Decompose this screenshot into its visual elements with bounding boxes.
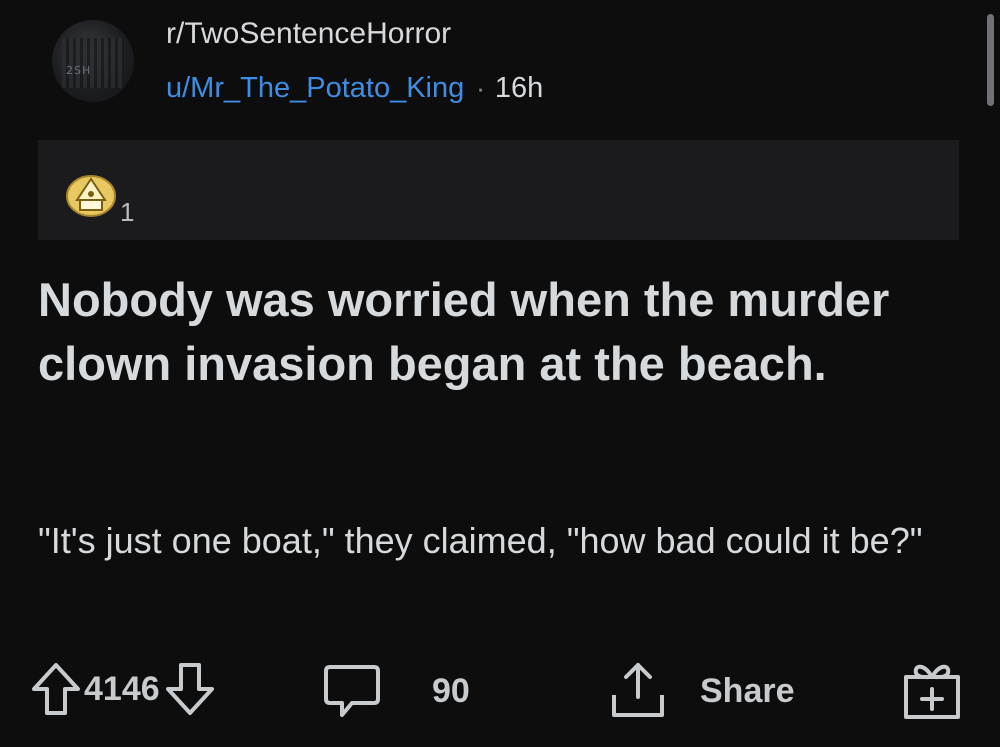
arrow-up-icon[interactable]: [30, 661, 82, 717]
post-body: "It's just one boat," they claimed, "how…: [38, 520, 923, 561]
meta-separator: ·: [476, 73, 485, 103]
share-label: Share: [700, 671, 795, 710]
vote-group: 4146: [30, 661, 216, 717]
share-button[interactable]: Share: [606, 661, 795, 721]
award-icon: [64, 170, 118, 225]
action-bar: 4146 90 Share: [0, 655, 1000, 725]
avatar-artwork: [62, 38, 124, 88]
arrow-down-icon[interactable]: [164, 661, 216, 717]
gift-award-icon: [902, 659, 962, 721]
scrollbar[interactable]: [987, 14, 994, 106]
post-age: 16h: [494, 72, 544, 104]
post-meta: u/Mr_The_Potato_King · 16h: [166, 72, 543, 105]
comment-count: 90: [432, 671, 470, 710]
comment-bubble-icon: [322, 663, 382, 719]
subreddit-name[interactable]: r/TwoSentenceHorror: [166, 17, 451, 51]
subreddit-avatar[interactable]: 2SH: [52, 20, 134, 102]
share-icon: [606, 661, 670, 721]
comments-button[interactable]: 90: [322, 663, 470, 719]
award-button[interactable]: [902, 659, 962, 721]
award[interactable]: 1: [64, 170, 134, 225]
award-count: 1: [120, 197, 135, 227]
post-card: 2SH r/TwoSentenceHorror u/Mr_The_Potato_…: [0, 0, 1000, 747]
author-link[interactable]: u/Mr_The_Potato_King: [166, 72, 464, 105]
post-title[interactable]: Nobody was worried when the murder clown…: [38, 268, 968, 396]
vote-score: 4146: [84, 669, 160, 708]
avatar-label: 2SH: [66, 64, 92, 77]
award-bar: 1: [38, 140, 959, 240]
